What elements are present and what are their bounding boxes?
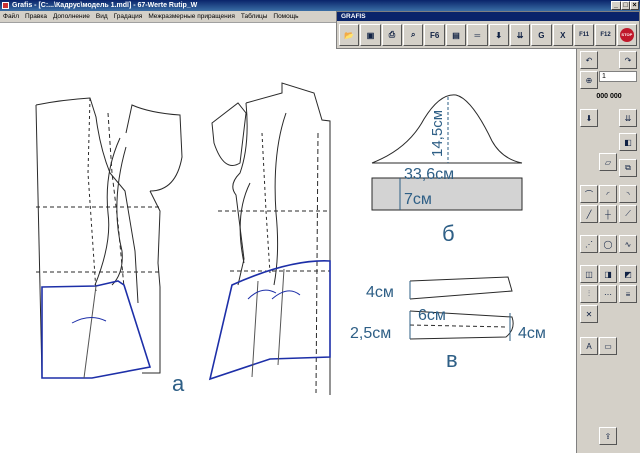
peplum-panel-b: [208, 260, 331, 381]
collar-bottom-label: 2,5см: [350, 325, 391, 342]
figure-label-b: б: [442, 221, 455, 246]
print-icon[interactable]: ⎙: [381, 24, 403, 46]
toolbar-title: GRAFIS: [337, 12, 639, 21]
tool-panel: ↶ ↷ ⊕ 1 000 000 ⬇ ⇊ ◧ ▱ ⧉ ⌒ ◜ ◝ ╱ ┼ ⟋ ⋰ …: [576, 49, 640, 453]
menu-edit[interactable]: Правка: [22, 11, 50, 23]
ruler-tool-icon[interactable]: ≡: [619, 285, 637, 303]
line-tool-icon[interactable]: ╱: [580, 205, 598, 223]
jacket-outline: [211, 82, 331, 395]
rotation-arrow-a: [71, 317, 107, 324]
menu-file[interactable]: Файл: [0, 11, 22, 23]
g-letter-icon[interactable]: G: [531, 24, 552, 46]
maximize-button[interactable]: □: [621, 1, 630, 10]
side-seam-b: [239, 182, 251, 264]
diagonal-tool-icon[interactable]: ⟋: [619, 205, 637, 223]
collar-right-label: 4см: [518, 325, 546, 342]
center-front-b: [315, 132, 319, 394]
zoom-icon[interactable]: ⊕: [580, 71, 598, 89]
f11-icon[interactable]: F11: [573, 24, 595, 46]
page-icon[interactable]: ▤: [445, 24, 467, 46]
download-arrow-icon[interactable]: ⬇: [488, 24, 509, 46]
figure-label-v: в: [446, 347, 458, 372]
open-folder-icon[interactable]: 📂: [339, 24, 360, 46]
pattern-drawing: а б в 14,5см 33,6см 7см 4см 6см 2,5см 4с…: [35, 82, 546, 396]
collar-top-label: 4см: [366, 284, 394, 301]
sleeve-width-label: 33,6см: [404, 166, 454, 183]
close-button[interactable]: ×: [630, 1, 639, 10]
front-piece-outline: [142, 190, 161, 374]
f6-icon[interactable]: F6: [424, 24, 445, 46]
collar-top-piece: [409, 276, 513, 300]
princess-seam-a2: [111, 146, 127, 286]
dots-tool-icon[interactable]: ⋯: [599, 285, 617, 303]
menu-view[interactable]: Вид: [93, 11, 111, 23]
dart-line-b: [261, 132, 271, 274]
rotation-arrow-b2: [271, 290, 301, 300]
peplum-seam-b2: [277, 268, 285, 366]
menu-grading[interactable]: Градация: [111, 11, 146, 23]
collar-fold-line: [409, 324, 509, 328]
hem-panel-a: [41, 280, 152, 379]
hem-seam-a: [83, 285, 97, 379]
point-tool-icon[interactable]: ⋰: [580, 235, 598, 253]
sleeve-cap-curve: [371, 94, 523, 164]
menu-addition[interactable]: Дополнение: [50, 11, 93, 23]
undo-icon[interactable]: ↶: [580, 51, 598, 69]
notch-tool-icon[interactable]: ⫶: [580, 285, 598, 303]
dart-line-a: [87, 97, 97, 292]
rotation-arrow-b1: [247, 289, 277, 300]
measure-icon[interactable]: ═: [467, 24, 488, 46]
copy-tool-icon[interactable]: ⧉: [619, 159, 637, 177]
counter-display: 000 000: [596, 93, 622, 100]
zoom-field[interactable]: 1: [599, 71, 637, 82]
circle-tool-icon[interactable]: ◯: [599, 235, 617, 253]
f12-icon[interactable]: F12: [595, 24, 616, 46]
app-window: Grafis - [C:...\Кадрус\модель 1.mdl] - 6…: [0, 0, 640, 453]
arrow-down-icon[interactable]: ⬇: [580, 109, 598, 127]
menu-increments[interactable]: Межразмерные приращения: [145, 11, 238, 23]
open-tool-icon[interactable]: ▱: [599, 153, 617, 171]
magnifier-icon[interactable]: ⌕: [403, 24, 424, 46]
center-line-a: [107, 112, 125, 288]
menu-help[interactable]: Помощь: [270, 11, 301, 23]
app-icon: [2, 2, 9, 9]
drawing-canvas[interactable]: а б в 14,5см 33,6см 7см 4см 6см 2,5см 4с…: [0, 23, 576, 453]
cuff-height-label: 7см: [404, 191, 432, 208]
princess-seam-b: [273, 112, 287, 286]
page-tool-icon[interactable]: ▭: [599, 337, 617, 355]
stop-icon[interactable]: STOP: [616, 24, 638, 46]
figure-label-a: а: [172, 371, 185, 396]
save-icon[interactable]: ▣: [360, 24, 381, 46]
piece3-tool-icon[interactable]: ◩: [619, 265, 637, 283]
export-icon[interactable]: ⇪: [599, 427, 617, 445]
menu-tables[interactable]: Таблицы: [238, 11, 271, 23]
delete-point-icon[interactable]: ✕: [580, 305, 598, 323]
shape-tool-icon[interactable]: ◝: [619, 185, 637, 203]
title-bar: Grafis - [C:...\Кадрус\модель 1.mdl] - 6…: [0, 0, 640, 11]
x-letter-icon[interactable]: X: [552, 24, 573, 46]
text-tool-icon[interactable]: A: [580, 337, 598, 355]
curve-tool-icon[interactable]: ⌒: [580, 185, 598, 203]
grafis-toolbar: GRAFIS 📂 ▣ ⎙ ⌕ F6 ▤ ═ ⬇ ⇊ G X F11 F12 ST…: [336, 11, 640, 49]
cross-tool-icon[interactable]: ┼: [599, 205, 617, 223]
piece-tool-icon[interactable]: ◫: [580, 265, 598, 283]
redo-icon[interactable]: ↷: [619, 51, 637, 69]
measure-tool-icon[interactable]: ◧: [619, 133, 637, 151]
collar-mid-label: 6см: [418, 307, 446, 324]
piece2-tool-icon[interactable]: ◨: [599, 265, 617, 283]
arrow-down-stack-icon[interactable]: ⇊: [619, 109, 637, 127]
arc-tool-icon[interactable]: ◜: [599, 185, 617, 203]
window-title: Grafis - [C:...\Кадрус\модель 1.mdl] - 6…: [12, 2, 198, 9]
sleeve-height-label: 14,5см: [429, 110, 446, 157]
download-stack-icon[interactable]: ⇊: [509, 24, 531, 46]
wave-tool-icon[interactable]: ∿: [619, 235, 637, 253]
minimize-button[interactable]: _: [611, 1, 621, 10]
